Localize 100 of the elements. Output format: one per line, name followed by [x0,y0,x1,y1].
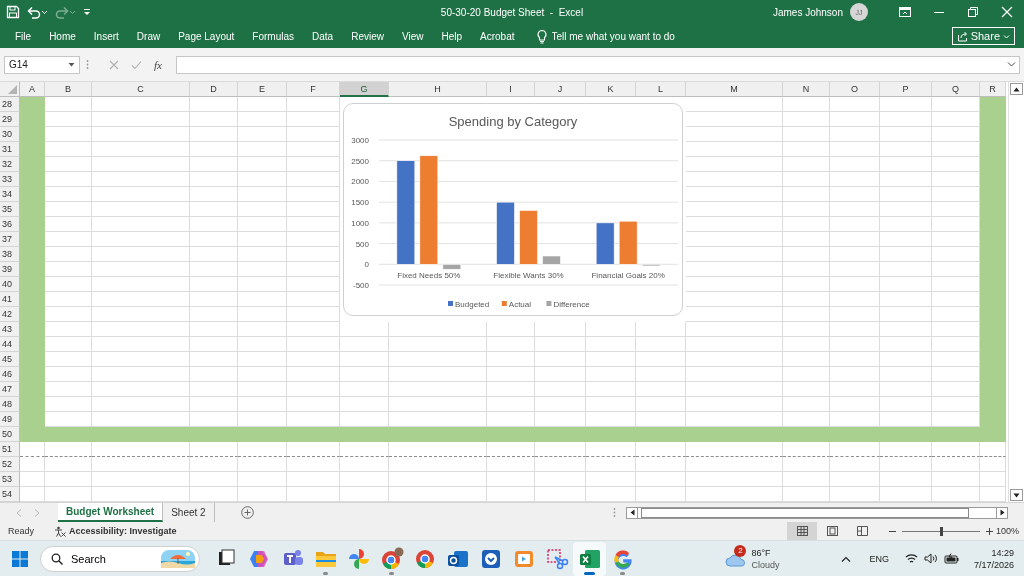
spreadsheet-cell[interactable] [340,367,389,382]
column-header[interactable]: P [880,82,932,97]
spreadsheet-cell[interactable] [880,292,932,307]
ribbon-display-icon[interactable] [898,5,912,19]
spreadsheet-cell[interactable] [880,337,932,352]
spreadsheet-cell[interactable] [487,397,535,412]
spreadsheet-cell[interactable] [45,352,92,367]
ribbon-tab[interactable]: Insert [84,25,128,47]
spreadsheet-cell[interactable] [190,247,238,262]
spreadsheet-cell[interactable] [783,112,830,127]
spreadsheet-cell[interactable] [783,202,830,217]
spreadsheet-cell[interactable] [686,232,783,247]
column-header[interactable]: L [636,82,686,97]
spreadsheet-cell[interactable] [45,442,92,457]
ribbon-tab[interactable]: Page Layout [169,25,244,47]
column-header[interactable]: N [783,82,830,97]
spreadsheet-cell[interactable] [389,337,487,352]
zoom-level[interactable]: 100% [993,526,1019,536]
spreadsheet-cell[interactable] [287,262,340,277]
spreadsheet-cell[interactable] [45,202,92,217]
spreadsheet-cell[interactable] [535,322,586,337]
spreadsheet-cell[interactable] [535,382,586,397]
spreadsheet-cell[interactable] [830,157,880,172]
spreadsheet-cell[interactable] [287,292,340,307]
spreadsheet-cell[interactable] [830,307,880,322]
spreadsheet-cell[interactable] [92,277,190,292]
spreadsheet-cell[interactable] [45,232,92,247]
spreadsheet-cell[interactable] [686,172,783,187]
scroll-right-button[interactable] [996,506,1008,519]
column-header[interactable]: J [535,82,586,97]
spreadsheet-cell[interactable] [389,457,487,472]
row-header[interactable]: 54 [0,487,20,502]
row-header[interactable]: 44 [0,337,20,352]
spreadsheet-cell[interactable] [783,307,830,322]
spreadsheet-cell[interactable] [686,352,783,367]
spreadsheet-cell[interactable] [686,337,783,352]
spreadsheet-cell[interactable] [636,352,686,367]
row-header[interactable]: 53 [0,472,20,487]
spreadsheet-cell[interactable] [586,397,636,412]
spreadsheet-cell[interactable] [287,157,340,172]
spreadsheet-cell[interactable] [932,442,980,457]
spreadsheet-cell[interactable] [783,457,830,472]
spreadsheet-cell[interactable] [783,292,830,307]
spreadsheet-cell[interactable] [880,382,932,397]
spreadsheet-cell[interactable] [586,337,636,352]
spreadsheet-cell[interactable] [783,382,830,397]
spreadsheet-cell[interactable] [686,187,783,202]
spreadsheet-cell[interactable] [830,322,880,337]
row-header[interactable]: 46 [0,367,20,382]
spreadsheet-cell[interactable] [487,382,535,397]
spreadsheet-cell[interactable] [880,457,932,472]
spreadsheet-cell[interactable] [238,322,287,337]
spreadsheet-cell[interactable] [92,142,190,157]
spreadsheet-cell[interactable] [830,127,880,142]
spreadsheet-cell[interactable] [636,472,686,487]
spreadsheet-cell[interactable] [636,442,686,457]
undo-icon[interactable] [26,5,48,19]
spreadsheet-cell[interactable] [45,127,92,142]
spreadsheet-cell[interactable] [586,352,636,367]
spreadsheet-cell[interactable] [45,292,92,307]
spreadsheet-cell[interactable] [535,352,586,367]
spreadsheet-cell[interactable] [783,97,830,112]
row-header[interactable]: 36 [0,217,20,232]
spreadsheet-cell[interactable] [340,337,389,352]
sheet-tab[interactable]: Budget Worksheet [58,503,164,522]
row-header[interactable]: 40 [0,277,20,292]
spreadsheet-cell[interactable] [287,97,340,112]
spreadsheet-cell[interactable] [880,202,932,217]
spreadsheet-cell[interactable] [20,97,45,112]
spreadsheet-cell[interactable] [535,337,586,352]
spreadsheet-cell[interactable] [238,217,287,232]
language-indicator[interactable]: ENG [869,553,889,564]
spreadsheet-cell[interactable] [880,232,932,247]
spreadsheet-cell[interactable] [287,202,340,217]
row-header[interactable]: 52 [0,457,20,472]
spreadsheet-cell[interactable] [880,472,932,487]
volume-icon[interactable] [923,553,938,564]
spreadsheet-cell[interactable] [830,397,880,412]
spreadsheet-cell[interactable] [45,262,92,277]
spreadsheet-cell[interactable] [92,262,190,277]
spreadsheet-cell[interactable] [880,352,932,367]
spreadsheet-cell[interactable] [92,367,190,382]
spreadsheet-cell[interactable] [190,397,238,412]
previous-sheet-icon[interactable] [16,508,22,517]
spreadsheet-cell[interactable] [880,172,932,187]
spreadsheet-cell[interactable] [783,127,830,142]
spreadsheet-cell[interactable] [92,472,190,487]
ribbon-tab[interactable]: Help [432,25,472,47]
spreadsheet-cell[interactable] [340,457,389,472]
spreadsheet-cell[interactable] [238,277,287,292]
spreadsheet-cell[interactable] [287,127,340,142]
column-header[interactable]: G [340,82,389,97]
spreadsheet-cell[interactable] [45,247,92,262]
spreadsheet-cell[interactable] [830,97,880,112]
column-header[interactable]: R [980,82,1006,97]
spreadsheet-cell[interactable] [830,457,880,472]
spreadsheet-cell[interactable] [686,127,783,142]
spreadsheet-cell[interactable] [636,457,686,472]
spreadsheet-cell[interactable] [535,442,586,457]
ribbon-tab[interactable]: View [392,25,433,47]
